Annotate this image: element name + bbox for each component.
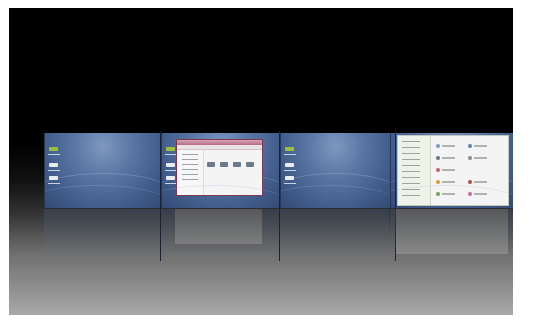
workspace-1-reflection	[44, 209, 160, 259]
settings-item-label	[474, 193, 487, 195]
folder-icon[interactable]	[285, 163, 294, 167]
desktop-icon-label	[284, 170, 296, 171]
computer-icon[interactable]	[166, 147, 175, 151]
settings-item-label	[442, 181, 455, 183]
drive-icon[interactable]	[220, 162, 228, 167]
drive-icon[interactable]	[233, 162, 241, 167]
settings-item-label	[474, 181, 487, 183]
settings-item-icon[interactable]	[468, 192, 472, 196]
workspace-2[interactable]	[161, 133, 280, 208]
settings-item-icon[interactable]	[436, 180, 440, 184]
trash-icon[interactable]	[49, 176, 58, 180]
settings-item-label	[474, 145, 487, 147]
settings-item-label	[442, 193, 455, 195]
computer-icon[interactable]	[285, 147, 294, 151]
folder-icon[interactable]	[166, 163, 175, 167]
desktop-icon-label	[48, 170, 60, 171]
settings-item-icon[interactable]	[436, 156, 440, 160]
settings-item-icon[interactable]	[468, 144, 472, 148]
workspace-switcher	[9, 8, 513, 315]
settings-item-icon[interactable]	[468, 180, 472, 184]
places-sidebar[interactable]	[177, 150, 204, 195]
drive-icon[interactable]	[246, 162, 254, 167]
settings-item-icon[interactable]	[436, 144, 440, 148]
trash-icon[interactable]	[166, 176, 175, 180]
settings-item-label	[442, 157, 455, 159]
settings-sidebar[interactable]	[398, 136, 431, 205]
workspace-4[interactable]	[390, 133, 513, 208]
desktop-icon-label	[284, 183, 296, 184]
desktop-icon-label	[48, 183, 60, 184]
trash-icon[interactable]	[285, 176, 294, 180]
settings-item-icon[interactable]	[468, 156, 472, 160]
workspace-3-reflection	[280, 209, 389, 259]
file-manager-window[interactable]	[176, 139, 263, 196]
settings-item-label	[442, 145, 455, 147]
desktop-icon-label	[48, 154, 60, 155]
workspace-3[interactable]	[280, 133, 390, 208]
desktop-icon-label	[284, 154, 296, 155]
workspace-2-reflection	[161, 209, 279, 259]
settings-item-label	[474, 157, 487, 159]
workspace-1[interactable]	[44, 133, 161, 208]
settings-item-icon[interactable]	[436, 192, 440, 196]
workspace-4-reflection	[390, 209, 513, 259]
control-panel-window[interactable]	[397, 135, 509, 206]
folder-icon[interactable]	[49, 163, 58, 167]
computer-icon[interactable]	[49, 147, 58, 151]
settings-item-icon[interactable]	[436, 168, 440, 172]
drive-icon[interactable]	[207, 162, 215, 167]
settings-item-label	[442, 169, 455, 171]
